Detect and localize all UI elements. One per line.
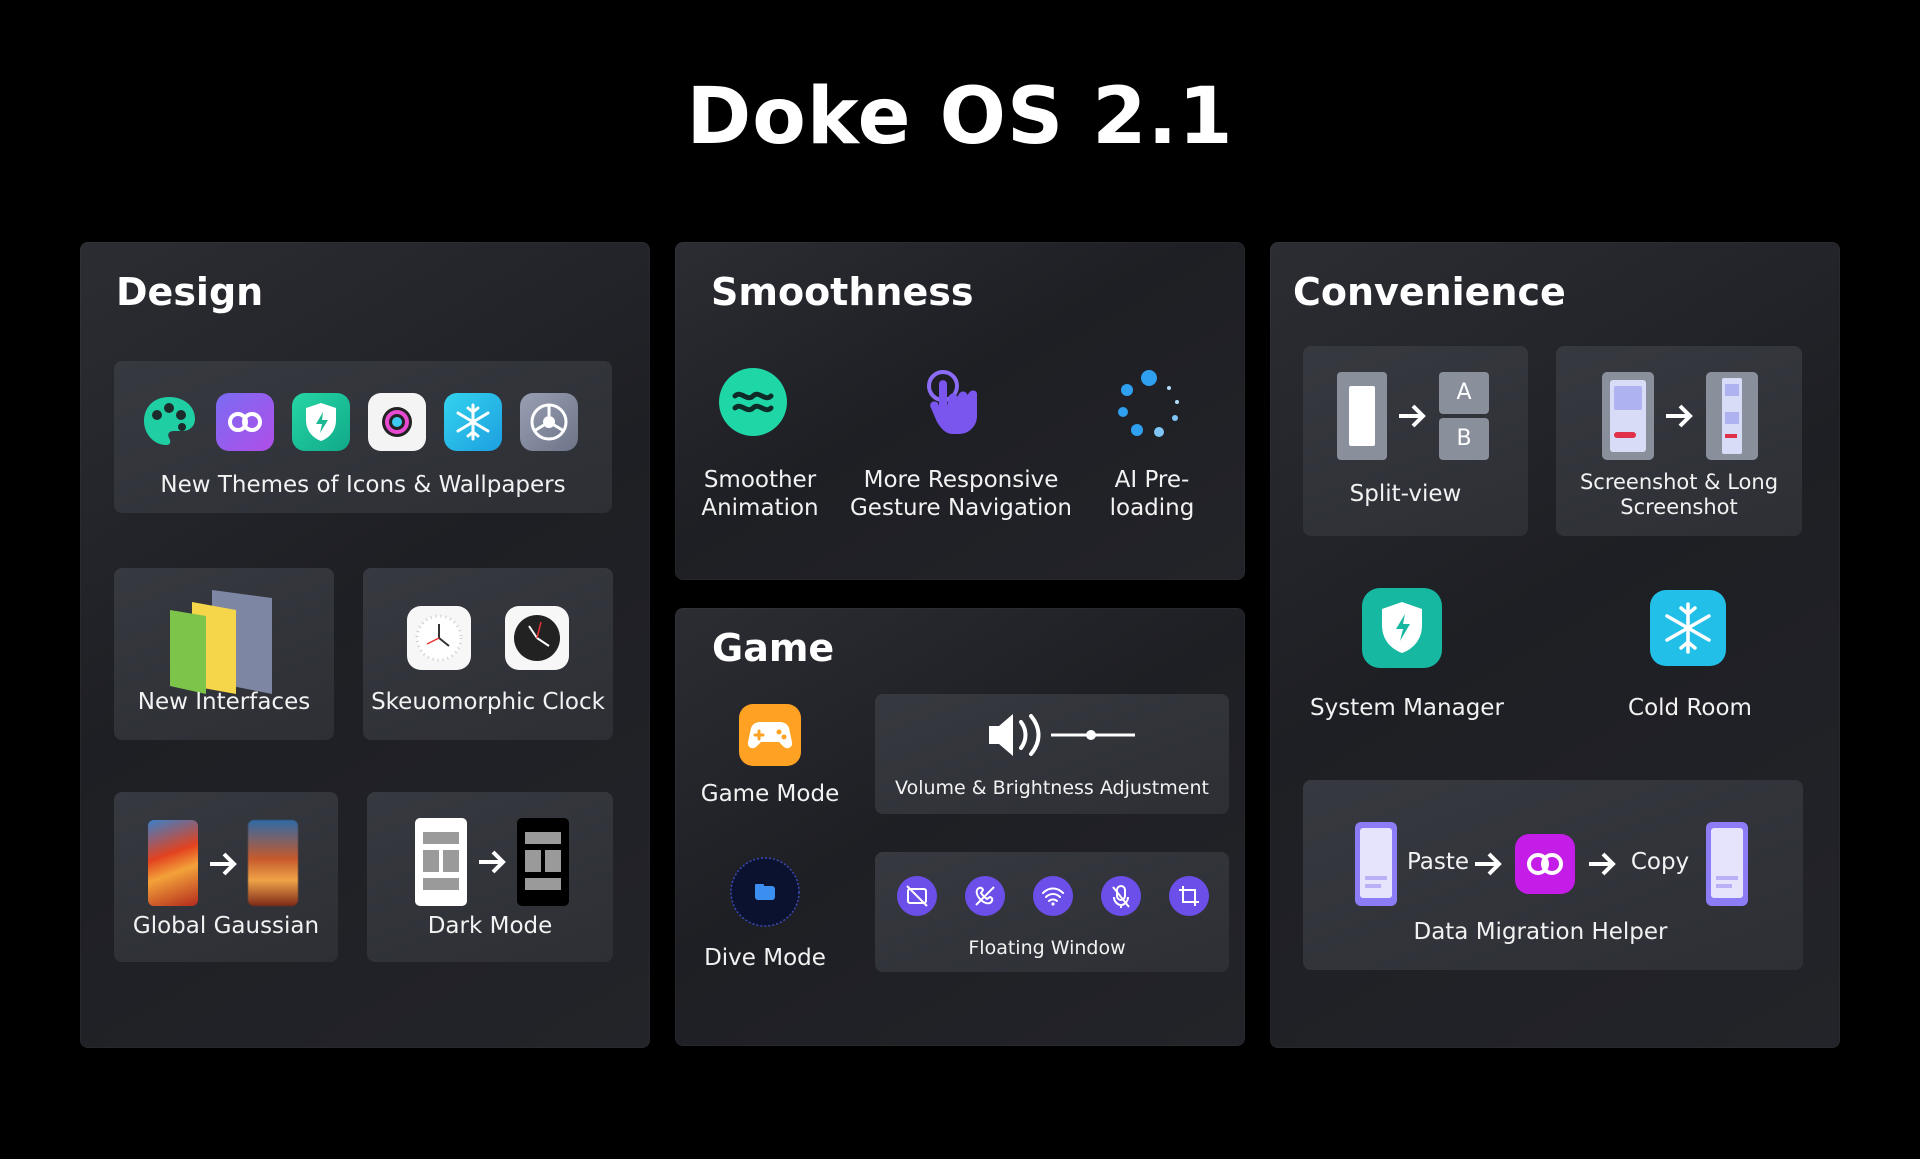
arrow-right-icon — [477, 848, 509, 876]
data-migration-card[interactable]: Paste Copy Data Migration Helper — [1303, 780, 1803, 970]
arrow-right-icon — [1664, 402, 1696, 430]
volume-slider-icon — [985, 710, 1139, 760]
camera-icon — [368, 393, 426, 451]
arrow-right-icon — [1587, 850, 1619, 878]
clock-card[interactable]: Skeuomorphic Clock — [363, 568, 613, 740]
floating-window-card[interactable]: Floating Window — [875, 852, 1229, 972]
dark-mode-card[interactable]: Dark Mode — [367, 792, 613, 962]
game-title: Game — [712, 626, 835, 670]
cold-room-icon — [1650, 590, 1726, 666]
paste-label: Paste — [1406, 849, 1470, 875]
arrow-right-icon — [1473, 850, 1505, 878]
volume-label: Volume & Brightness Adjustment — [895, 777, 1209, 799]
layers-icon — [166, 586, 276, 698]
wifi-icon — [1033, 876, 1073, 916]
arrow-right-icon — [208, 850, 240, 878]
source-phone-icon — [1355, 822, 1397, 906]
dark-mode-label: Dark Mode — [427, 913, 553, 939]
volume-card[interactable]: Volume & Brightness Adjustment — [875, 694, 1229, 814]
floating-window-label: Floating Window — [968, 937, 1126, 959]
no-call-icon — [965, 876, 1005, 916]
wallpaper-sharp-image — [148, 820, 198, 906]
split-view-card[interactable]: A B Split-view — [1303, 346, 1528, 536]
screenshot-label: Screenshot & Long Screenshot — [1579, 470, 1779, 519]
game-mode-label: Game Mode — [700, 781, 840, 807]
cold-room-label: Cold Room — [1628, 695, 1752, 721]
light-layout-icon — [415, 818, 467, 906]
waves-icon — [719, 368, 787, 436]
wallpaper-blurred-image — [248, 820, 298, 906]
crop-icon — [1169, 876, 1209, 916]
arrow-right-icon — [1397, 402, 1429, 430]
mute-icon — [1101, 876, 1141, 916]
screenshot-card[interactable]: Screenshot & Long Screenshot — [1556, 346, 1802, 536]
split-pane-a: A — [1439, 372, 1489, 414]
loading-dots-icon — [1113, 368, 1185, 440]
phone-screen-icon — [1337, 372, 1387, 460]
migration-app-icon — [1515, 834, 1575, 894]
system-manager-icon — [1362, 588, 1442, 668]
data-migration-label: Data Migration Helper — [1413, 919, 1668, 945]
gaussian-card[interactable]: Global Gaussian — [114, 792, 338, 962]
design-title: Design — [116, 270, 264, 314]
dive-icon — [729, 856, 801, 928]
design-panel: Design New Themes of Icons & Wallpapers … — [80, 242, 650, 1048]
gamepad-icon — [739, 704, 801, 766]
dark-layout-icon — [517, 818, 569, 906]
smoothness-item-label: Smoother Animation — [701, 467, 819, 521]
page-title: Doke OS 2.1 — [686, 72, 1234, 162]
system-manager-label: System Manager — [1310, 695, 1504, 721]
target-phone-icon — [1706, 822, 1748, 906]
smoothness-panel: Smoothness Smoother Animation More Respo… — [675, 242, 1245, 580]
snowflake-icon — [444, 393, 502, 451]
smoothness-title: Smoothness — [711, 270, 974, 314]
game-panel: Game Game Mode Dive Mode Volume & Bright… — [675, 608, 1245, 1046]
smoothness-item-label: More Responsive Gesture Navigation — [849, 467, 1072, 521]
dive-mode-label: Dive Mode — [704, 945, 826, 971]
smoothness-item-label: AI Pre-loading — [1109, 467, 1195, 521]
copy-label: Copy — [1630, 849, 1690, 875]
interfaces-card[interactable]: New Interfaces — [114, 568, 334, 740]
palette-icon — [140, 393, 198, 451]
clock-label: Skeuomorphic Clock — [371, 689, 605, 715]
light-clock-icon — [407, 606, 471, 670]
settings-icon — [520, 393, 578, 451]
split-view-label: Split-view — [1349, 481, 1462, 507]
dark-clock-icon — [505, 606, 569, 670]
convenience-title: Convenience — [1293, 270, 1566, 314]
link-icon — [216, 393, 274, 451]
no-screenshot-icon — [897, 876, 937, 916]
shield-icon — [292, 393, 350, 451]
gaussian-label: Global Gaussian — [132, 913, 320, 939]
screenshot-phone-icon — [1602, 372, 1654, 460]
themes-card[interactable]: New Themes of Icons & Wallpapers — [114, 361, 612, 513]
long-screenshot-icon — [1706, 372, 1758, 460]
interfaces-label: New Interfaces — [137, 689, 311, 715]
tap-hand-icon — [923, 368, 993, 442]
convenience-panel: Convenience A B Split-view Screenshot & … — [1270, 242, 1840, 1048]
themes-label: New Themes of Icons & Wallpapers — [160, 472, 566, 498]
split-pane-b: B — [1439, 418, 1489, 460]
